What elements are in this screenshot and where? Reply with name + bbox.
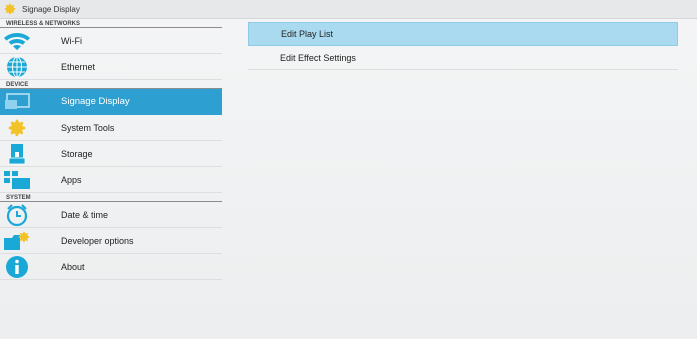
window-title: Signage Display bbox=[22, 4, 80, 14]
sidebar-item-label: System Tools bbox=[61, 122, 115, 133]
display-icon bbox=[2, 90, 32, 114]
sidebar-item-developer-options[interactable]: Developer options bbox=[0, 228, 222, 254]
globe-icon bbox=[2, 55, 32, 79]
sidebar-item-wifi[interactable]: Wi-Fi bbox=[0, 28, 222, 54]
sidebar-item-label: Storage bbox=[61, 148, 93, 159]
gear-icon bbox=[3, 2, 17, 16]
sidebar-item-ethernet[interactable]: Ethernet bbox=[0, 54, 222, 80]
edit-effect-settings-item[interactable]: Edit Effect Settings bbox=[248, 46, 678, 70]
info-icon bbox=[2, 255, 32, 279]
developer-icon bbox=[2, 229, 32, 253]
sidebar-item-date-time[interactable]: Date & time bbox=[0, 202, 222, 228]
sidebar-item-about[interactable]: About bbox=[0, 254, 222, 280]
section-header-device: DEVICE bbox=[0, 80, 222, 89]
sidebar-item-system-tools[interactable]: System Tools bbox=[0, 115, 222, 141]
title-bar: Signage Display bbox=[0, 0, 697, 19]
sidebar-item-label: Apps bbox=[61, 174, 82, 185]
section-header-system: SYSTEM bbox=[0, 193, 222, 202]
sidebar-item-label: Developer options bbox=[61, 235, 134, 246]
section-header-wireless: WIRELESS & NETWORKS bbox=[0, 19, 222, 28]
storage-icon bbox=[2, 142, 32, 166]
signage-display-panel: Edit Play List Edit Effect Settings bbox=[248, 22, 678, 70]
sidebar-item-label: Signage Display bbox=[61, 96, 130, 107]
sidebar-item-label: Ethernet bbox=[61, 61, 96, 72]
clock-icon bbox=[2, 203, 32, 227]
gear-icon bbox=[2, 116, 32, 140]
sidebar-item-label: About bbox=[61, 261, 85, 272]
apps-icon bbox=[2, 168, 32, 192]
sidebar-item-signage-display[interactable]: Signage Display bbox=[0, 89, 222, 115]
sidebar-item-label: Wi-Fi bbox=[61, 35, 82, 46]
sidebar-item-label: Date & time bbox=[61, 209, 109, 220]
sidebar-item-apps[interactable]: Apps bbox=[0, 167, 222, 193]
settings-sidebar: WIRELESS & NETWORKS Wi-Fi Ethernet DEVIC… bbox=[0, 19, 222, 280]
sidebar-item-storage[interactable]: Storage bbox=[0, 141, 222, 167]
wifi-icon bbox=[2, 29, 32, 53]
edit-play-list-item[interactable]: Edit Play List bbox=[248, 22, 678, 46]
